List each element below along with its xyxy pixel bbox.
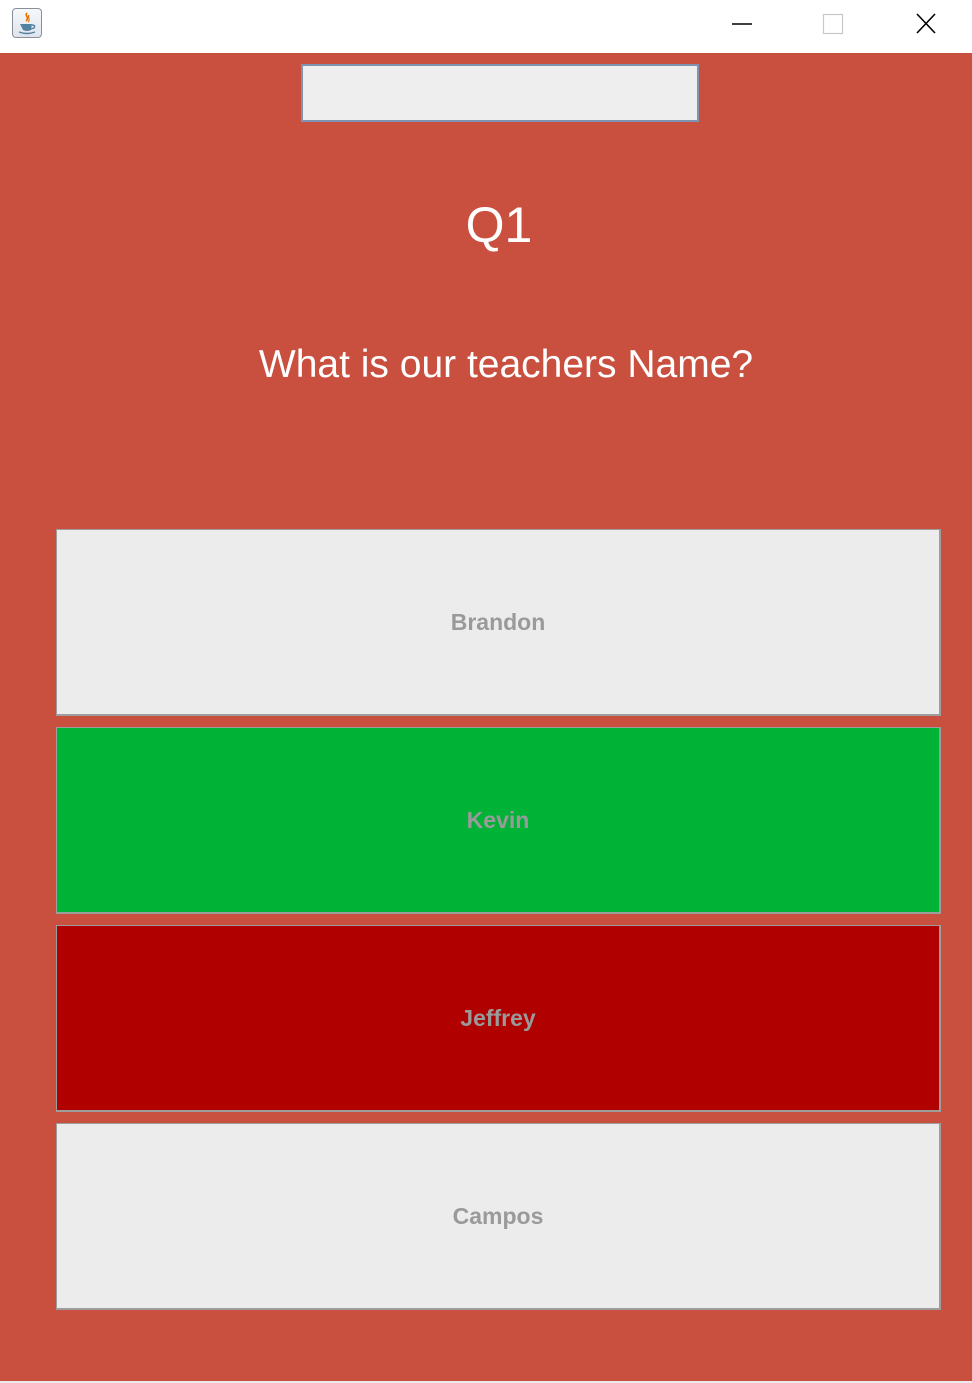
answer-button-campos[interactable]: Campos: [56, 1123, 941, 1310]
maximize-icon: [822, 13, 844, 35]
answer-label: Jeffrey: [460, 1004, 536, 1031]
answer-label: Brandon: [450, 608, 546, 635]
close-button[interactable]: [880, 0, 972, 48]
answer-button-jeffrey[interactable]: Jeffrey: [56, 925, 941, 1112]
answer-button-kevin[interactable]: Kevin: [56, 727, 941, 914]
minimize-icon: [732, 23, 752, 25]
answer-label: Kevin: [466, 806, 530, 833]
minimize-button[interactable]: [696, 0, 788, 48]
java-cup-icon[interactable]: [12, 8, 42, 38]
app-window: Q1 What is our teachers Name? Brandon Ke…: [0, 0, 972, 1383]
name-input[interactable]: [301, 64, 699, 122]
quiz-panel: Q1 What is our teachers Name? Brandon Ke…: [0, 53, 972, 1381]
close-icon: [916, 13, 936, 34]
answer-button-brandon[interactable]: Brandon: [56, 529, 941, 716]
title-bar[interactable]: [0, 0, 972, 53]
answer-label: Campos: [452, 1202, 544, 1229]
question-number: Q1: [465, 197, 533, 253]
question-text: What is our teachers Name?: [258, 343, 754, 386]
maximize-button[interactable]: [787, 0, 879, 48]
